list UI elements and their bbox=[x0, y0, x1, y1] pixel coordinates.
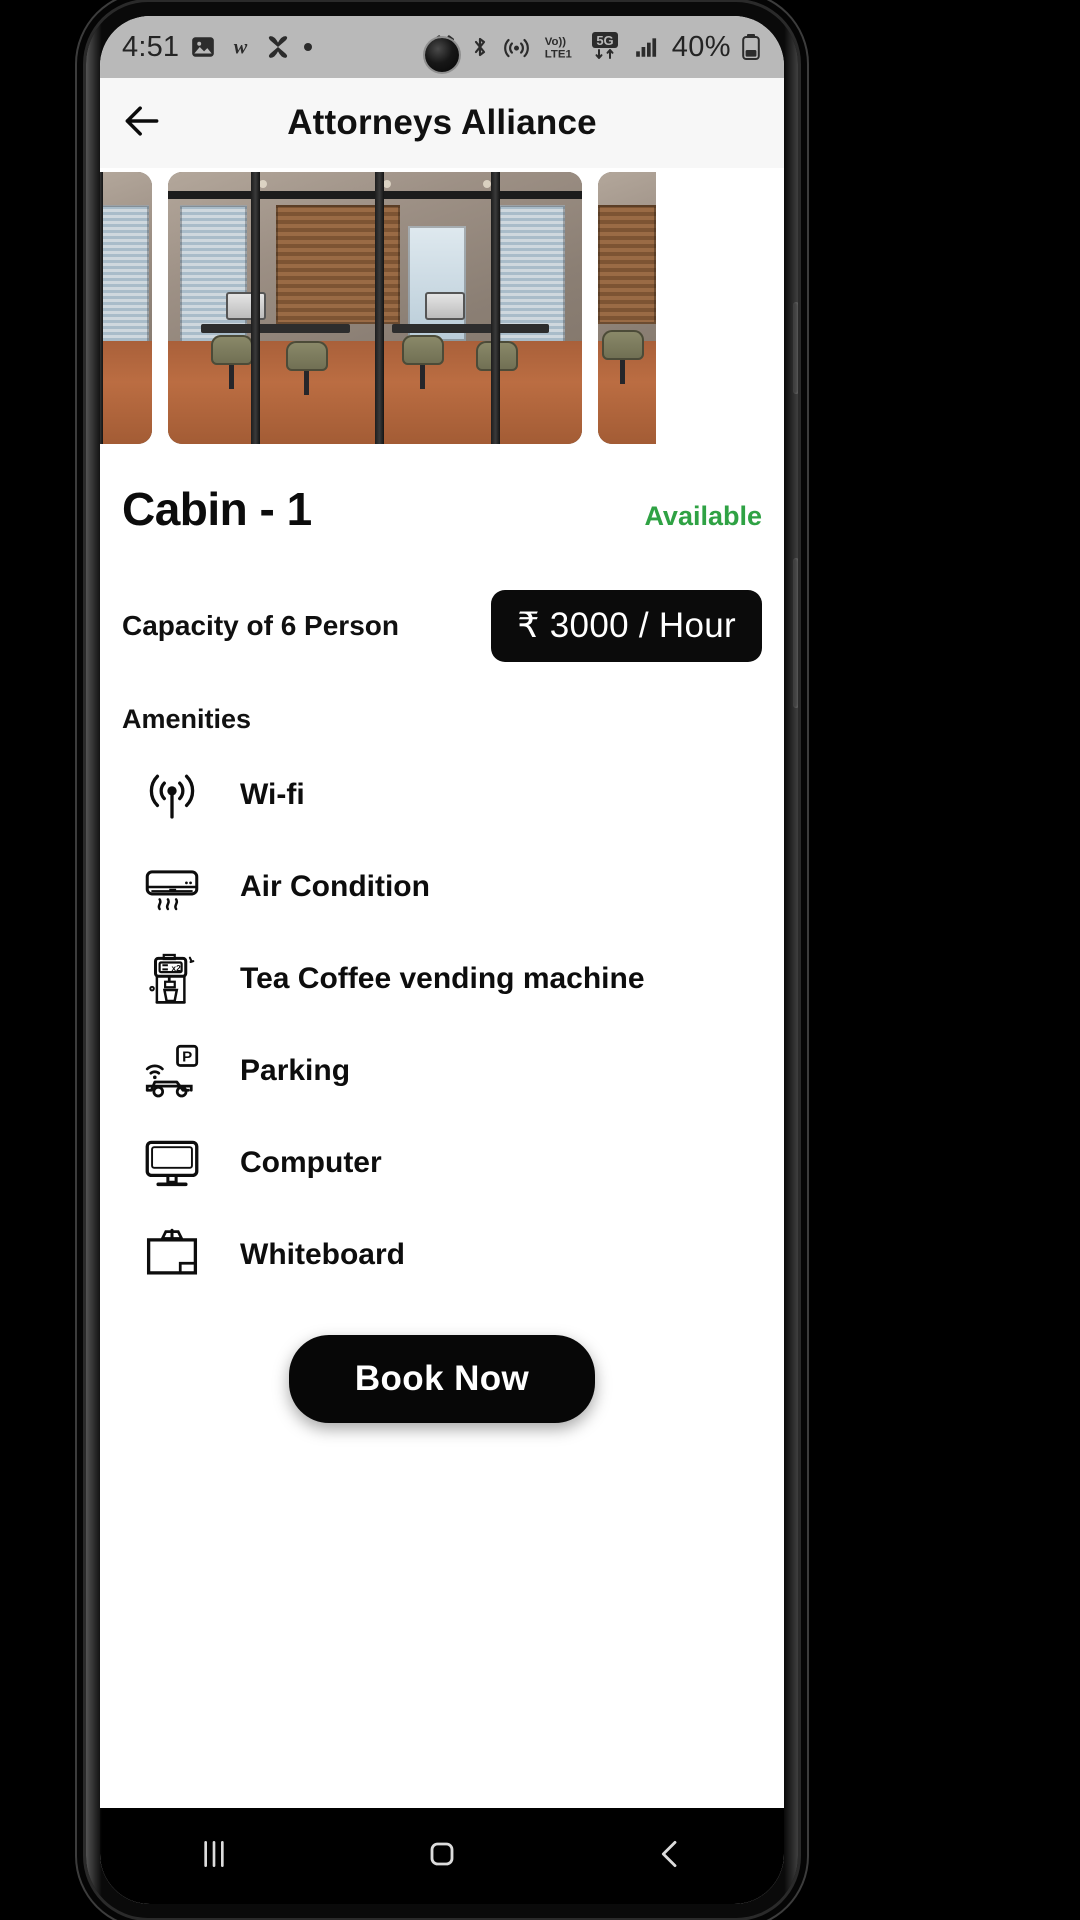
title-row: Cabin - 1 Available bbox=[122, 448, 762, 536]
power-button[interactable] bbox=[793, 302, 798, 394]
monitor-icon bbox=[136, 1127, 208, 1199]
list-item: Whiteboard bbox=[122, 1209, 762, 1301]
clover-icon bbox=[265, 34, 291, 60]
room-photo bbox=[168, 172, 582, 444]
front-camera-punch-hole bbox=[425, 38, 459, 72]
air-conditioner-icon bbox=[136, 851, 208, 923]
battery-icon bbox=[742, 33, 760, 61]
amenity-label: Tea Coffee vending machine bbox=[240, 962, 645, 995]
signal-icon bbox=[633, 34, 661, 60]
nav-back-icon bbox=[650, 1834, 690, 1879]
status-bar-right: Vo)) LTE1 5G 40% bbox=[431, 31, 760, 64]
list-item: Computer bbox=[122, 1117, 762, 1209]
room-detail-card: Cabin - 1 Available Capacity of 6 Person… bbox=[100, 448, 784, 1616]
carousel-slide-previous[interactable] bbox=[100, 172, 152, 444]
svg-text:w: w bbox=[234, 37, 248, 59]
status-time: 4:51 bbox=[122, 30, 180, 63]
svg-text:P: P bbox=[182, 1048, 192, 1065]
amenity-label: Parking bbox=[240, 1054, 351, 1087]
price-badge: ₹ 3000 / Hour bbox=[491, 590, 762, 662]
svg-text:5G: 5G bbox=[596, 33, 613, 48]
recents-button[interactable] bbox=[154, 1808, 274, 1904]
list-item: P Parking bbox=[122, 1025, 762, 1117]
volume-button[interactable] bbox=[793, 558, 798, 708]
amenities-heading: Amenities bbox=[122, 704, 252, 734]
list-item: Air Condition bbox=[122, 841, 762, 933]
amenities-list: Wi-fi Air Condition x2 Tea Coffee vendin… bbox=[122, 749, 762, 1301]
capacity-label: Capacity of 6 Person bbox=[122, 610, 399, 641]
hotspot-icon bbox=[503, 34, 530, 60]
app-bar: Attorneys Alliance bbox=[100, 78, 784, 168]
svg-text:LTE1: LTE1 bbox=[545, 48, 573, 60]
system-navigation-bar bbox=[100, 1808, 784, 1904]
book-now-wrapper: Book Now bbox=[122, 1335, 762, 1423]
room-photo bbox=[100, 172, 152, 444]
room-photo bbox=[598, 172, 656, 444]
status-bar: 4:51 w Vo)) LTE1 5G 40% bbox=[100, 16, 784, 78]
phone-screen: 4:51 w Vo)) LTE1 5G 40% Attorneys Allian… bbox=[100, 16, 784, 1904]
5g-icon: 5G bbox=[590, 31, 622, 63]
dot-icon bbox=[302, 41, 314, 53]
bluetooth-icon bbox=[468, 34, 492, 60]
w-app-icon: w bbox=[227, 34, 254, 60]
arrow-left-icon bbox=[120, 99, 164, 148]
home-icon bbox=[422, 1834, 462, 1879]
nav-back-button[interactable] bbox=[610, 1808, 730, 1904]
wifi-icon bbox=[136, 759, 208, 831]
amenity-label: Whiteboard bbox=[240, 1238, 405, 1271]
phone-frame: 4:51 w Vo)) LTE1 5G 40% Attorneys Allian… bbox=[86, 2, 798, 1918]
carousel-slide-active[interactable] bbox=[168, 172, 582, 444]
page-title: Attorneys Alliance bbox=[287, 103, 597, 142]
volte-icon: Vo)) LTE1 bbox=[541, 32, 579, 62]
recents-icon bbox=[194, 1834, 234, 1879]
svg-text:Vo)): Vo)) bbox=[545, 36, 567, 48]
battery-percent-label: 40% bbox=[671, 30, 731, 63]
image-carousel[interactable] bbox=[100, 168, 784, 448]
list-item: Wi-fi bbox=[122, 749, 762, 841]
status-bar-left: 4:51 w bbox=[122, 31, 314, 64]
room-title: Cabin - 1 bbox=[122, 483, 312, 535]
amenity-label: Wi-fi bbox=[240, 778, 305, 811]
book-now-button[interactable]: Book Now bbox=[288, 1335, 596, 1423]
photo-icon bbox=[190, 34, 216, 60]
coffee-machine-icon: x2 bbox=[136, 943, 208, 1015]
svg-text:x2: x2 bbox=[172, 964, 182, 973]
parking-car-icon: P bbox=[136, 1035, 208, 1107]
availability-status-badge: Available bbox=[644, 501, 762, 531]
capacity-row: Capacity of 6 Person ₹ 3000 / Hour bbox=[122, 588, 762, 664]
back-button[interactable] bbox=[100, 81, 184, 165]
amenity-label: Computer bbox=[240, 1146, 382, 1179]
home-button[interactable] bbox=[382, 1808, 502, 1904]
whiteboard-icon bbox=[136, 1219, 208, 1291]
carousel-slide-next[interactable] bbox=[598, 172, 656, 444]
list-item: x2 Tea Coffee vending machine bbox=[122, 933, 762, 1025]
amenity-label: Air Condition bbox=[240, 870, 430, 903]
